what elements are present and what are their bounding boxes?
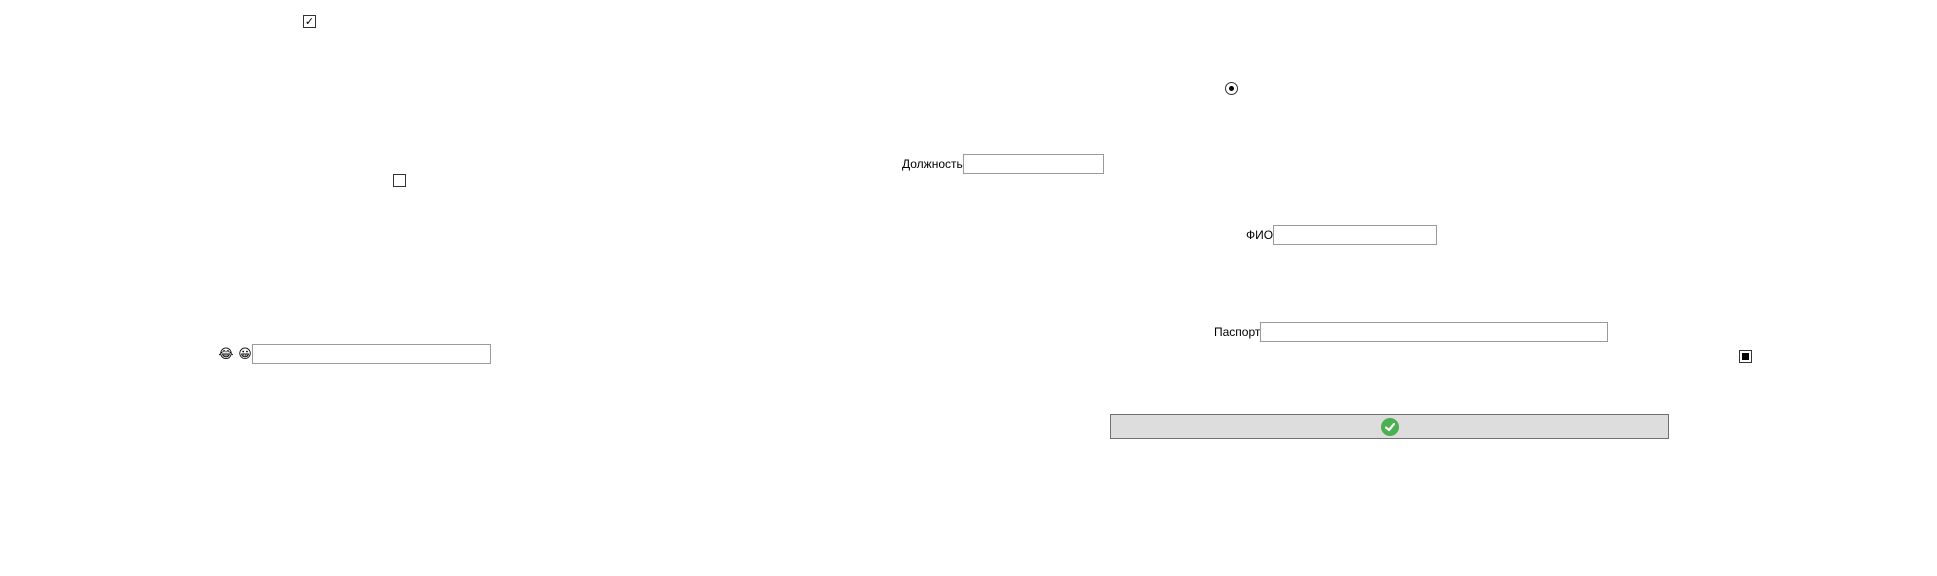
radio-dot-icon — [1229, 86, 1234, 91]
check-circle-icon — [1380, 417, 1399, 436]
name-field-row: ФИО — [1246, 225, 1438, 245]
position-label: Должность — [902, 157, 963, 171]
form-canvas: ✓ Должность ФИО Паспорт 😂 😀 — [0, 0, 1937, 576]
position-input[interactable] — [962, 154, 1104, 174]
passport-field-row: Паспорт — [1214, 322, 1609, 342]
emoji-input[interactable] — [252, 344, 491, 364]
position-field-row: Должность — [902, 154, 1104, 174]
check-glyph-icon — [1384, 422, 1395, 431]
name-label: ФИО — [1246, 228, 1274, 242]
emoji-field-row: 😂 😀 — [218, 344, 491, 364]
passport-input[interactable] — [1260, 322, 1609, 342]
checkbox-top[interactable]: ✓ — [303, 15, 316, 28]
checkbox-right[interactable] — [1739, 350, 1752, 363]
name-input[interactable] — [1273, 225, 1438, 245]
smiling-face-icon: 😀 — [238, 346, 252, 362]
checkmark-icon: ✓ — [304, 15, 315, 28]
checkbox-middle[interactable] — [393, 174, 406, 187]
submit-button[interactable] — [1110, 414, 1669, 439]
passport-label: Паспорт — [1214, 325, 1261, 339]
laughing-face-icon: 😂 — [218, 346, 234, 362]
radio-button[interactable] — [1225, 82, 1238, 95]
